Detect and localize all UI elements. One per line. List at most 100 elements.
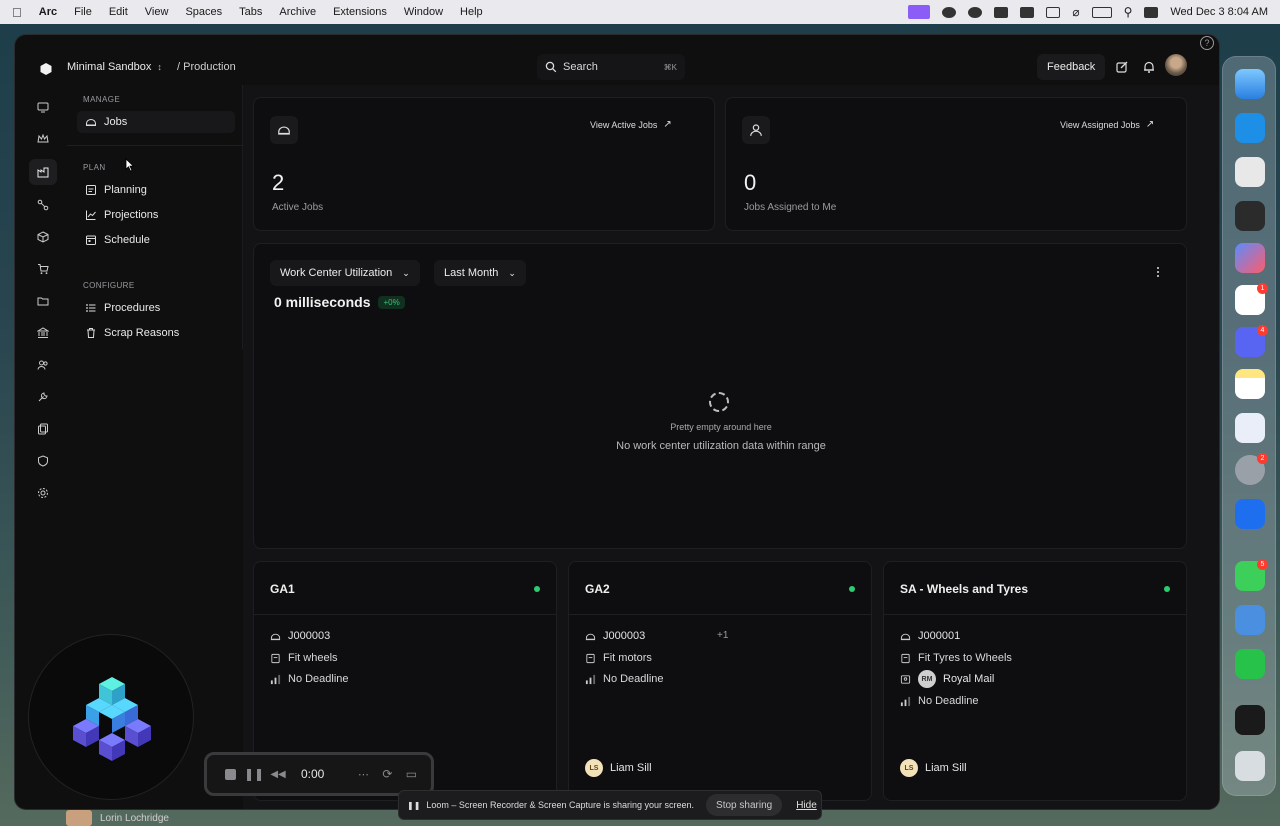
gear-icon[interactable] [35,485,51,501]
work-center-card[interactable]: SA - Wheels and Tyres J000001 Fit Tyres … [883,561,1187,801]
nav-item-projections[interactable]: Projections [77,204,235,226]
job-row[interactable]: J000003 [585,628,645,644]
nav-item-schedule[interactable]: Schedule [77,229,235,251]
nav-item-procedures[interactable]: Procedures [77,297,235,319]
nav-projections-label: Projections [104,209,159,221]
deadline: No Deadline [603,673,664,685]
stop-sharing-button[interactable]: Stop sharing [706,794,783,816]
menu-view[interactable]: View [145,6,169,18]
utilization-card: Work Center Utilization ⌄ Last Month ⌄ 0… [253,243,1187,549]
bank-icon[interactable] [35,325,51,341]
factory-icon[interactable] [29,159,57,185]
shield-icon[interactable] [35,453,51,469]
copy-icon[interactable] [35,421,51,437]
user-avatar[interactable] [1165,54,1187,76]
menu-archive[interactable]: Archive [279,6,316,18]
rewind-icon[interactable]: ◀◀ [270,767,285,781]
assignee-row[interactable]: LS Liam Sill [900,759,967,777]
numbers-icon[interactable] [1235,649,1265,679]
share-nodes-icon[interactable] [35,197,51,213]
hide-button[interactable]: Hide [796,800,817,811]
simulator-icon[interactable] [1235,499,1265,529]
menubar-clock[interactable]: Wed Dec 3 8:04 AM [1170,6,1268,18]
org-switcher[interactable]: Minimal Sandbox ↕ [67,61,162,73]
trash-icon[interactable]: ▭ [404,767,418,781]
view-active-jobs-link[interactable]: View Active Jobs ↗ [590,119,672,130]
menu-help[interactable]: Help [460,6,483,18]
app-logo-icon[interactable] [39,62,53,76]
work-center-card[interactable]: GA2 J000003 +1 Fit motors No Deadline LS… [568,561,872,801]
menu-edit[interactable]: Edit [109,6,128,18]
finder-icon[interactable] [1235,69,1265,99]
breadcrumb[interactable]: / Production [177,61,236,73]
menu-window[interactable]: Window [404,6,443,18]
nav-planning-label: Planning [104,184,147,196]
loom-icon[interactable] [968,6,983,18]
trash-icon[interactable] [1235,751,1265,781]
assignee-row[interactable]: LS Liam Sill [585,759,652,777]
stop-icon[interactable] [223,767,237,781]
cloud-icon[interactable] [942,6,957,18]
cart-icon[interactable] [35,261,51,277]
terminal-icon[interactable] [1235,157,1265,187]
crown-icon[interactable] [35,131,51,147]
cube-icon[interactable] [35,229,51,245]
mail-icon[interactable] [994,6,1009,18]
card-divider [569,614,871,615]
notes-icon[interactable] [1235,369,1265,399]
range-select[interactable]: Last Month ⌄ [434,260,526,286]
docker-icon[interactable] [1235,113,1265,143]
wrench-icon[interactable] [35,389,51,405]
monitor-icon[interactable] [35,99,51,115]
search-button[interactable]: Search ⌘K [537,54,685,80]
menu-file[interactable]: File [74,6,92,18]
signal-bars-icon [270,674,281,684]
arc-browser-icon[interactable] [1235,243,1265,273]
loom-camera-bubble[interactable] [28,634,194,800]
menu-tabs[interactable]: Tabs [239,6,262,18]
search-shortcut: ⌘K [663,62,677,72]
window-icon[interactable] [1046,6,1061,18]
restart-icon[interactable]: ⟳ [380,767,394,781]
customer-row[interactable]: RM Royal Mail [900,670,994,688]
nav-item-scrap-reasons[interactable]: Scrap Reasons [77,322,235,344]
nav-item-planning[interactable]: Planning [77,179,235,201]
bell-icon[interactable] [1142,60,1156,74]
spotlight-icon[interactable]: ⚲ [1124,5,1133,19]
box-icon[interactable] [1020,6,1035,18]
extra-jobs-count[interactable]: +1 [717,630,728,641]
screen-share-bar: ❚❚ Loom – Screen Recorder & Screen Captu… [398,790,822,820]
cursor-app-icon[interactable] [1235,201,1265,231]
battery-icon[interactable] [1091,6,1112,18]
job-row[interactable]: J000001 [900,628,960,644]
pause-icon[interactable]: ❚❚ [244,767,264,781]
menu-extensions[interactable]: Extensions [333,6,387,18]
app-window-icon[interactable] [1235,705,1265,735]
view-active-jobs-label: View Active Jobs [590,119,658,130]
compose-icon[interactable] [1115,60,1129,74]
grid-icon[interactable]: ⋯ [356,767,370,781]
menu-spaces[interactable]: Spaces [185,6,222,18]
remote-desktop-icon[interactable] [1235,413,1265,443]
messages-badge: 5 [1257,559,1268,570]
status-dot [1164,586,1170,592]
job-row[interactable]: J000003 [270,628,330,644]
screen-record-icon[interactable] [908,5,931,19]
feedback-button[interactable]: Feedback [1037,54,1106,80]
view-assigned-jobs-link[interactable]: View Assigned Jobs ↗ [1060,119,1154,130]
control-center-icon[interactable] [1144,6,1159,18]
users-icon[interactable] [35,357,51,373]
metric-select[interactable]: Work Center Utilization ⌄ [270,260,420,286]
help-icon[interactable]: ? [1200,36,1214,50]
recording-time: 0:00 [301,767,325,781]
wifi-icon[interactable]: ⌀ [1072,5,1079,19]
user-icon [742,116,770,144]
apple-icon[interactable]:  [12,5,22,20]
menubar-app-name[interactable]: Arc [39,6,57,18]
more-options-icon[interactable] [1150,264,1166,280]
active-jobs-label: Active Jobs [272,202,324,213]
folder-icon[interactable] [35,293,51,309]
screensharing-icon[interactable] [1235,605,1265,635]
macos-menubar:  Arc File Edit View Spaces Tabs Archive… [0,0,1280,24]
nav-item-jobs[interactable]: Jobs [77,111,235,133]
